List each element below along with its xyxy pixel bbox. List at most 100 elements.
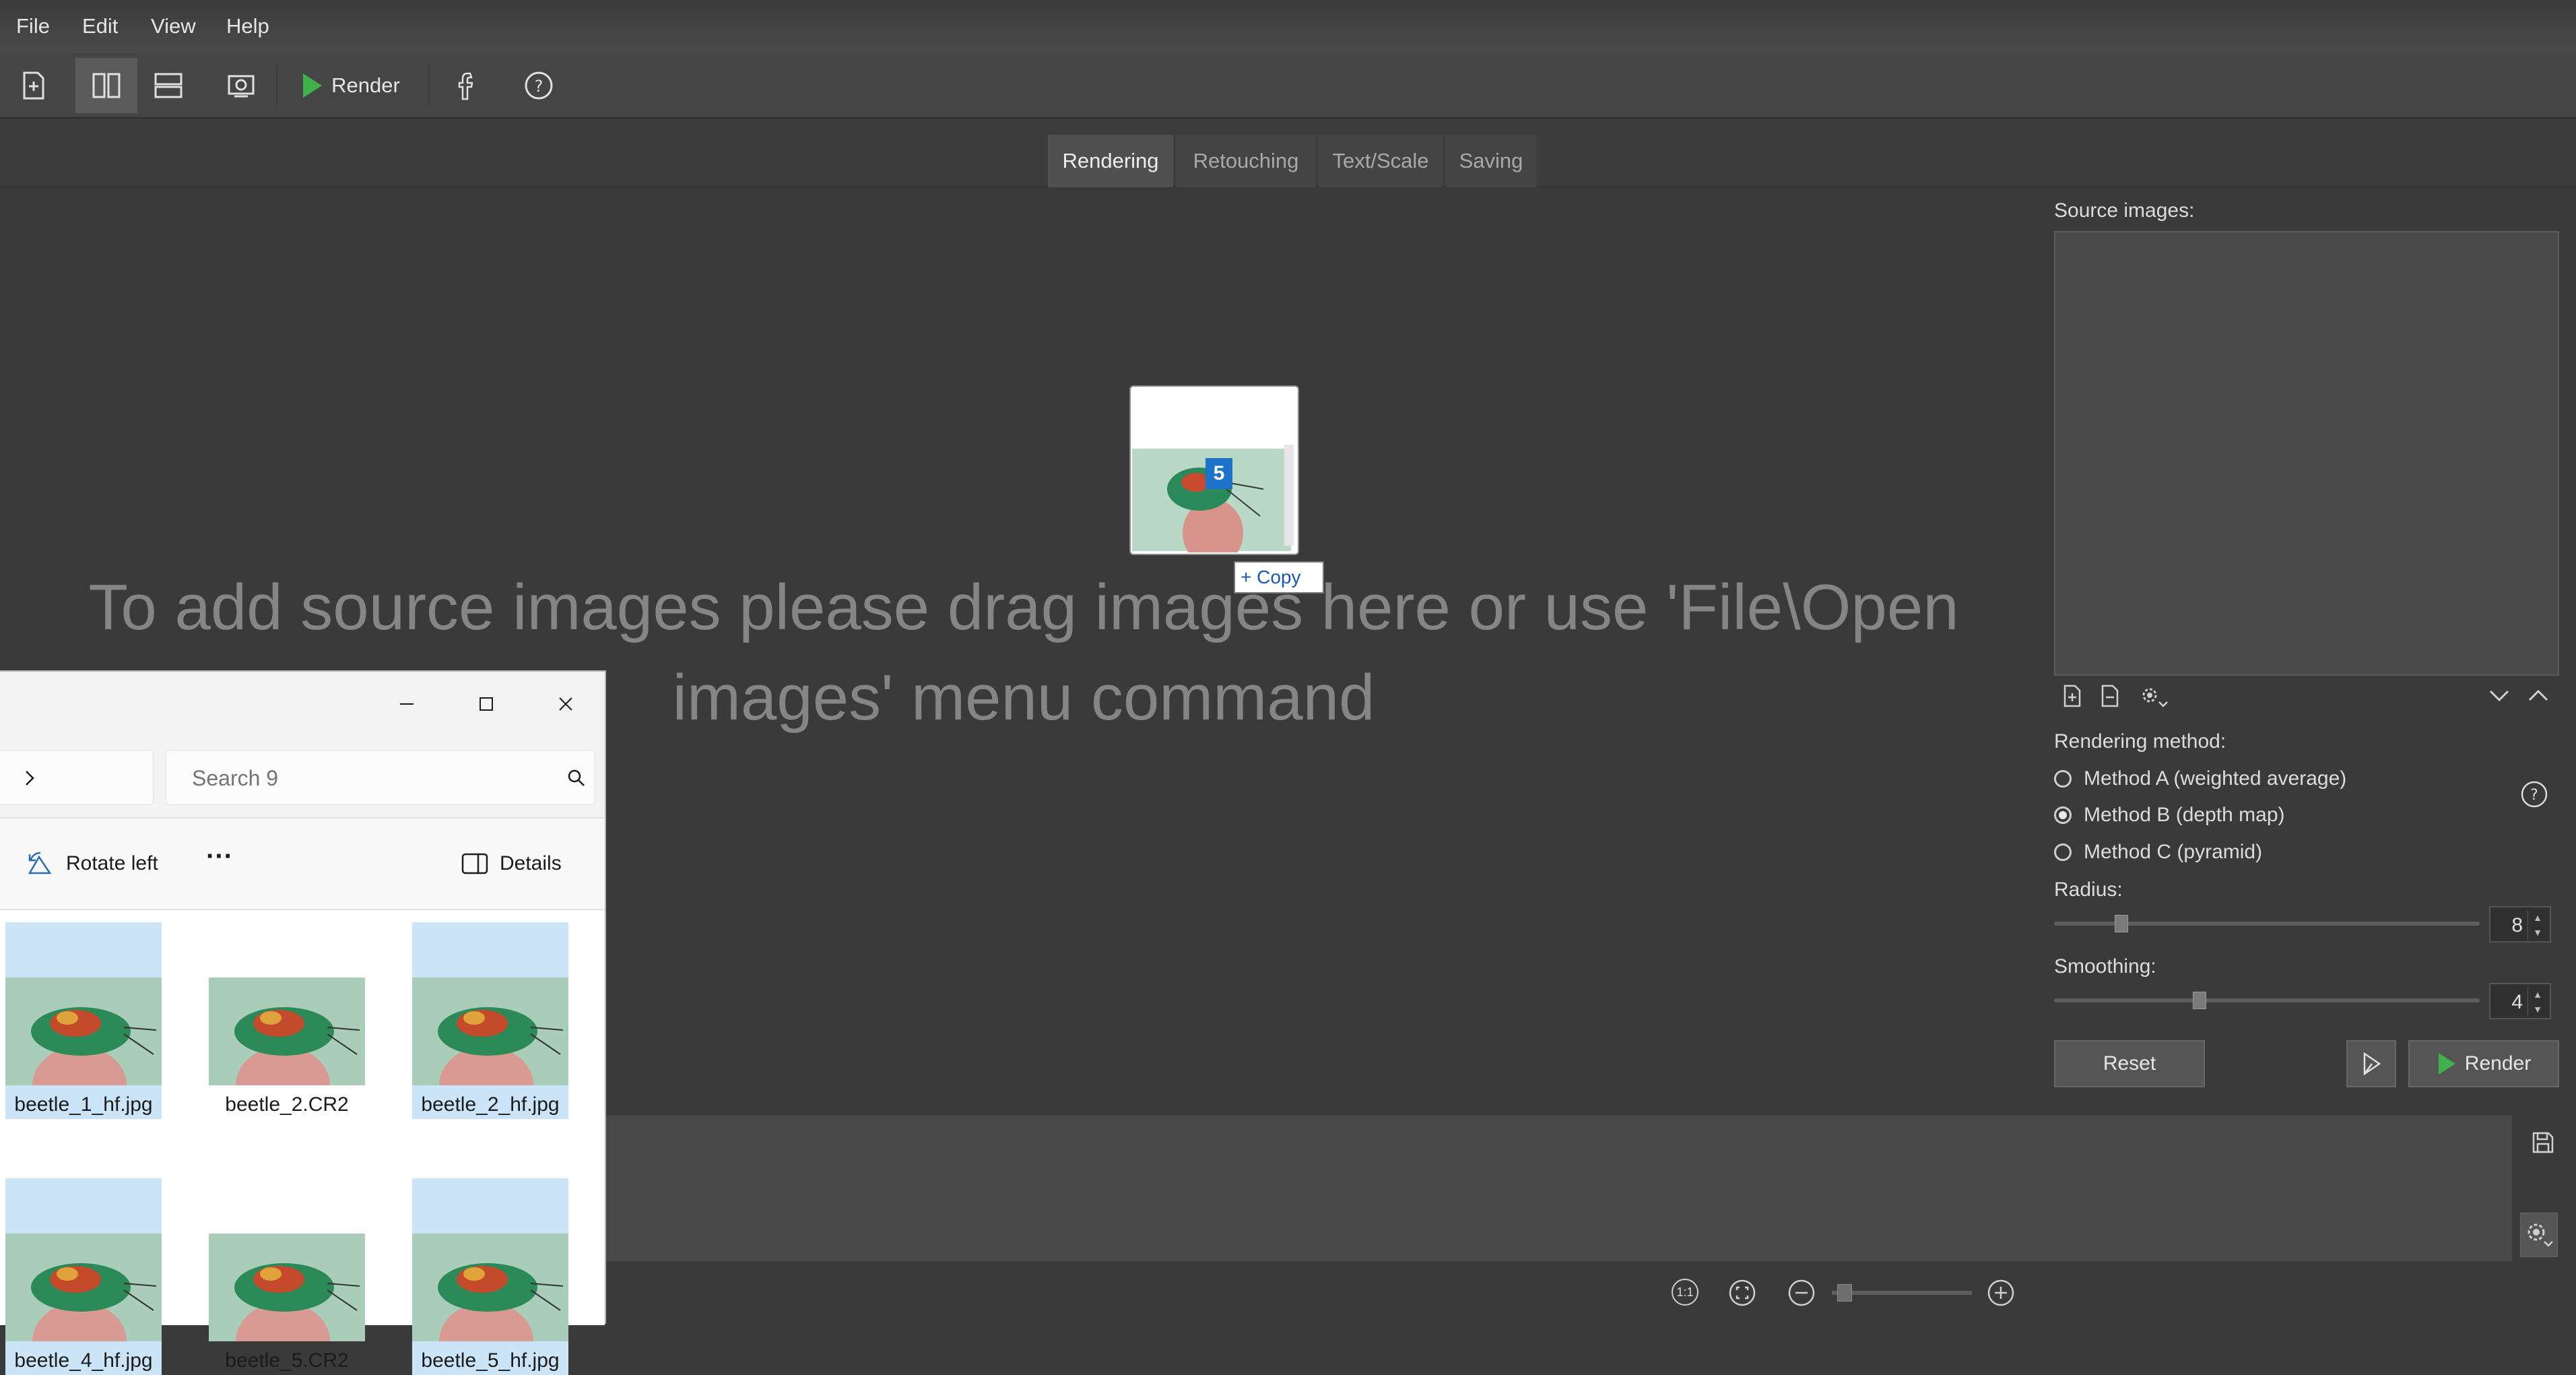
menu-file[interactable]: File [16, 0, 50, 53]
file-thumbnail [209, 978, 365, 1085]
render-button[interactable]: Render [2408, 1040, 2559, 1087]
layout-columns-button[interactable] [75, 58, 137, 113]
file-thumbnail [412, 1234, 568, 1341]
add-source-button[interactable] [2062, 684, 2082, 707]
radius-label: Radius: [2054, 878, 2123, 901]
preview-render-button[interactable] [2346, 1040, 2396, 1087]
save-output-button[interactable] [2531, 1130, 2555, 1155]
file-item[interactable]: beetle_4_hf.jpg [5, 1178, 162, 1375]
method-help-button[interactable]: ? [2520, 780, 2548, 808]
spin-arrows-icon[interactable]: ▲ ▼ [2528, 910, 2547, 940]
maximize-button[interactable] [474, 692, 498, 716]
play-icon [303, 73, 323, 98]
tab-rendering[interactable]: Rendering [1048, 135, 1173, 187]
help-button[interactable]: ? [519, 58, 559, 113]
method-c-radio[interactable]: Method C (pyramid) [2054, 837, 2262, 867]
menu-bar: File Edit View Help [0, 0, 2576, 53]
move-up-button[interactable] [2527, 687, 2550, 703]
rotate-left-button[interactable]: Rotate left [26, 847, 158, 881]
smoothing-slider-thumb[interactable] [2193, 992, 2206, 1009]
beetle-thumbnail-image [412, 1234, 568, 1341]
move-down-button[interactable] [2488, 687, 2511, 703]
facebook-button[interactable] [447, 58, 488, 113]
method-b-label: Method B (depth map) [2084, 804, 2285, 826]
source-images-label: Source images: [2054, 199, 2195, 222]
search-input[interactable] [191, 763, 543, 794]
svg-text:?: ? [535, 77, 543, 96]
new-project-button[interactable] [13, 58, 54, 113]
render-toolbar-button[interactable]: Render [296, 58, 404, 113]
source-settings-button[interactable] [2139, 684, 2169, 709]
more-options-button[interactable]: ··· [206, 841, 233, 872]
radius-spinbox[interactable]: 8 ▲ ▼ [2489, 906, 2551, 942]
close-icon [559, 697, 572, 711]
new-document-icon [23, 71, 44, 100]
zoom-out-icon [1788, 1279, 1815, 1306]
svg-text:?: ? [2530, 787, 2538, 804]
file-thumbnail [412, 978, 568, 1085]
tab-text-scale[interactable]: Text/Scale [1319, 135, 1443, 187]
file-name: beetle_5.CR2 [225, 1349, 349, 1372]
tab-strip: Rendering Retouching Text/Scale Saving [0, 119, 2576, 187]
source-images-list[interactable] [2054, 231, 2559, 676]
search-box[interactable] [166, 750, 595, 805]
details-pane-button[interactable]: Details [461, 847, 562, 881]
file-item[interactable]: beetle_2_hf.jpg [412, 922, 568, 1119]
gear-dropdown-icon [2528, 1223, 2553, 1247]
smoothing-label: Smoothing: [2054, 955, 2156, 978]
render-button-label: Render [2464, 1052, 2532, 1075]
file-name: beetle_5_hf.jpg [421, 1349, 560, 1372]
chevron-right-icon [26, 771, 34, 786]
file-thumbnail [5, 978, 162, 1085]
close-button[interactable] [554, 692, 578, 716]
smoothing-value: 4 [2511, 991, 2523, 1013]
radius-slider-thumb[interactable] [2115, 915, 2128, 932]
spin-arrows-icon[interactable]: ▲ ▼ [2528, 987, 2547, 1017]
file-item[interactable]: beetle_5.CR2 [209, 1178, 365, 1375]
address-bar[interactable] [0, 750, 154, 805]
tab-retouching[interactable]: Retouching [1176, 135, 1316, 187]
fit-to-window-button[interactable] [1728, 1279, 1756, 1307]
tab-saving[interactable]: Saving [1445, 135, 1537, 187]
minimize-button[interactable] [395, 692, 419, 716]
menu-edit[interactable]: Edit [82, 0, 118, 53]
radio-unchecked-icon [2054, 770, 2072, 788]
toolbar-separator [276, 65, 277, 105]
smoothing-spinbox[interactable]: 4 ▲ ▼ [2489, 983, 2551, 1019]
zoom-slider-track[interactable] [1832, 1291, 1972, 1295]
status-bar: 1:1 [605, 1261, 2576, 1324]
details-pane-icon [461, 853, 488, 874]
chevron-up-icon [2528, 689, 2548, 701]
zoom-out-button[interactable] [1787, 1279, 1816, 1307]
file-thumbnail [209, 1234, 365, 1341]
file-item[interactable]: beetle_2.CR2 [209, 922, 365, 1119]
save-icon [2532, 1132, 2554, 1153]
help-icon: ? [525, 71, 553, 100]
output-settings-button[interactable] [2520, 1213, 2558, 1257]
remove-source-button[interactable] [2100, 684, 2120, 707]
beetle-thumbnail-image [209, 978, 365, 1085]
smoothing-slider-track[interactable] [2054, 998, 2480, 1002]
menu-help[interactable]: Help [226, 0, 269, 53]
file-item[interactable]: beetle_5_hf.jpg [412, 1178, 568, 1375]
zoom-slider-thumb[interactable] [1837, 1284, 1852, 1302]
method-b-radio[interactable]: Method B (depth map) [2054, 800, 2285, 830]
method-a-radio[interactable]: Method A (weighted average) [2054, 764, 2346, 794]
file-name: beetle_2_hf.jpg [421, 1093, 560, 1116]
file-name: beetle_4_hf.jpg [14, 1349, 153, 1372]
method-a-label: Method A (weighted average) [2084, 767, 2347, 790]
menu-view[interactable]: View [151, 0, 196, 53]
actual-size-button[interactable]: 1:1 [1672, 1279, 1698, 1306]
rendering-method-label: Rendering method: [2054, 730, 2226, 753]
reset-button[interactable]: Reset [2054, 1040, 2205, 1087]
layout-rows-button[interactable] [147, 58, 190, 113]
zoom-in-button[interactable] [1987, 1279, 2015, 1307]
fit-screen-icon [1729, 1279, 1756, 1306]
screenshot-button[interactable] [220, 58, 263, 113]
output-thumbnail-strip[interactable] [605, 1116, 2512, 1261]
command-bar: Rotate left ··· Details [0, 819, 605, 909]
beetle-thumbnail-image [5, 978, 162, 1085]
radio-unchecked-icon [2054, 843, 2072, 861]
beetle-thumbnail-image [412, 978, 568, 1085]
file-item[interactable]: beetle_1_hf.jpg [5, 922, 162, 1119]
